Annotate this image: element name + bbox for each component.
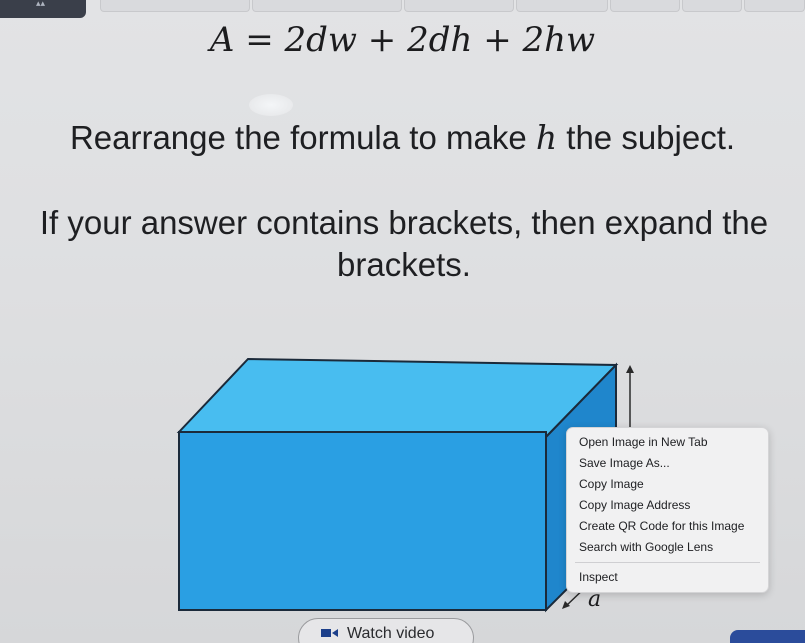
menu-inspect[interactable]: Inspect [567,567,768,588]
corner-action-button[interactable] [730,630,805,643]
depth-arrow-head [562,601,570,609]
menu-save-image-as[interactable]: Save Image As... [567,453,768,474]
video-camera-icon [321,629,331,637]
watch-video-button[interactable]: Watch video [298,618,474,643]
menu-copy-image-address[interactable]: Copy Image Address [567,495,768,516]
video-camera-lens-icon [332,629,338,637]
context-menu: Open Image in New Tab Save Image As... C… [566,427,769,593]
watch-video-label: Watch video [347,625,435,642]
menu-open-image-new-tab[interactable]: Open Image in New Tab [567,432,768,453]
menu-search-google-lens[interactable]: Search with Google Lens [567,537,768,558]
cuboid-front-face [178,431,547,611]
menu-copy-image[interactable]: Copy Image [567,474,768,495]
height-arrow-head [626,365,634,373]
cuboid-top-face [176,357,619,439]
menu-separator [575,562,760,563]
menu-create-qr-code[interactable]: Create QR Code for this Image [567,516,768,537]
